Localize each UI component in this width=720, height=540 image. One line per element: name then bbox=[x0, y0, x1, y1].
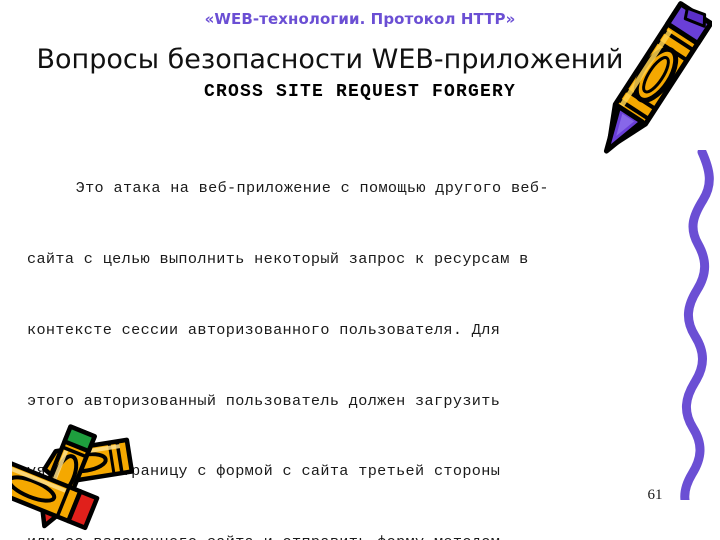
slide-body-text: Это атака на веб-приложение с помощью др… bbox=[27, 130, 677, 540]
body-line: этого авторизованный пользователь должен… bbox=[27, 391, 501, 410]
page-title: Вопросы безопасности WEB-приложений bbox=[36, 44, 624, 75]
body-line: или со взломанного сайта и отправить фор… bbox=[27, 531, 677, 540]
body-line: Это атака на веб-приложение с помощью др… bbox=[75, 179, 549, 198]
body-line: сайта с целью выполнить некоторый запрос… bbox=[27, 249, 529, 268]
slide-header-title: «WEB-технологии. Протокол HTTP» bbox=[204, 10, 516, 28]
slide-subtitle: CROSS SITE REQUEST FORGERY bbox=[203, 82, 517, 102]
page-number: 61 bbox=[647, 487, 663, 503]
body-line: уязвимую страницу с формой с сайта треть… bbox=[27, 462, 501, 481]
body-line: контексте сессии авторизованного пользов… bbox=[27, 320, 501, 339]
presentation-slide: «WEB-технологии. Протокол HTTP» Вопросы … bbox=[0, 0, 720, 540]
